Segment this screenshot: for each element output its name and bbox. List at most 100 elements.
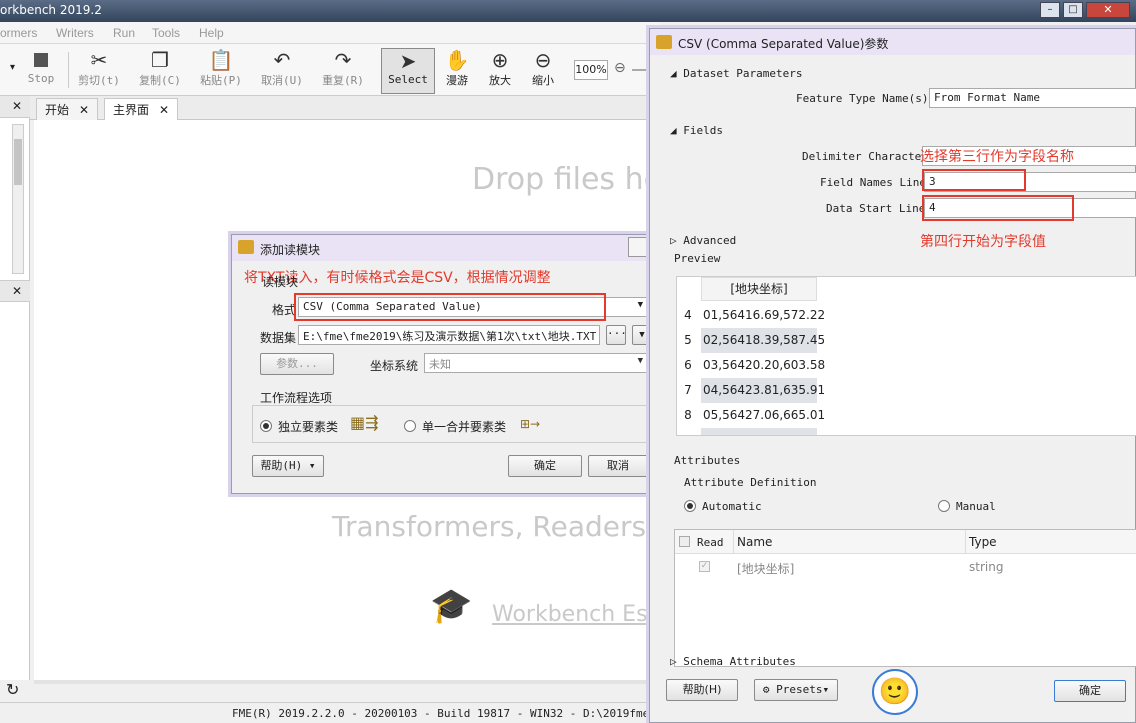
preview-row: 906,56429.01,682.41 (677, 428, 825, 435)
preview-row: 5 02,56418.39,587.45 (677, 328, 825, 353)
multi-table-icon: ▦⇶ (350, 413, 379, 432)
dialog-title: CSV (Comma Separated Value)参数 (678, 37, 889, 51)
tab-bar: 开始 ✕ 主界面 ✕ (0, 96, 660, 120)
preview-table[interactable]: [地块坐标] 4 01,56416.69,572.22 5 02,56418.39,… (676, 276, 1136, 436)
parameters-button[interactable]: 参数... (260, 353, 334, 375)
left-panel: ✕ ✕ ↻ (0, 96, 30, 699)
preview-row: 6 03,56420.20,603.58 (684, 358, 826, 372)
expanded-triangle-icon: ◢ (670, 124, 677, 137)
stop-icon (16, 48, 66, 72)
coordinate-system-select[interactable]: 未知 ▼ (424, 353, 648, 373)
close-icon[interactable]: ✕ (159, 103, 169, 117)
section-advanced[interactable]: ▷ Advanced (670, 234, 736, 247)
select-all-checkbox[interactable] (679, 536, 690, 547)
preview-row: 7 04,56423.81,635.91 (677, 378, 825, 403)
format-label: 格式 (272, 303, 297, 317)
attributes-table[interactable]: Read Name Type ✓ [地块坐标] string (674, 529, 1136, 667)
cursor-arrow-icon: ➤ (399, 49, 417, 73)
maximize-button[interactable]: □ (1063, 2, 1083, 18)
drop-files-text: Drop files he (472, 162, 663, 197)
help-button[interactable]: 帮助(H) (666, 679, 738, 701)
scrollbar[interactable] (34, 680, 660, 684)
automatic-radio[interactable] (684, 500, 696, 512)
clipboard-icon: 📋 (208, 48, 234, 72)
close-button[interactable] (628, 237, 650, 257)
zoom-out-icon: ⊖ (534, 48, 552, 72)
browse-button[interactable]: ··· (606, 325, 627, 345)
single-merged-label: 单一合并要素类 (422, 420, 507, 434)
gear-icon: ⚙ (762, 683, 770, 696)
menu-help[interactable]: Help (199, 26, 224, 40)
paste-button[interactable]: 📋 粘贴(P) (196, 48, 246, 94)
workflow-section-title: 工作流程选项 (260, 391, 333, 405)
ok-button[interactable]: 确定 (1054, 680, 1126, 702)
undo-button[interactable]: ↶ 取消(U) (257, 48, 307, 94)
select-tool-button[interactable]: ➤ Select (381, 48, 435, 94)
section-dataset[interactable]: ◢ Dataset Parameters (670, 67, 802, 80)
status-bar: FME(R) 2019.2.2.0 - 20200103 - Build 198… (0, 702, 660, 723)
menu-tools[interactable]: Tools (152, 26, 180, 40)
individual-feature-radio[interactable] (260, 420, 272, 432)
transformers-hint-text: Transformers, Readers (332, 510, 647, 543)
dialog-title: 添加读模块 (260, 243, 321, 257)
zoom-level-field[interactable]: 100% (574, 60, 608, 80)
dataset-field[interactable]: E:\fme\fme2019\练习及演示数据\第1次\txt\地块.TXT (298, 325, 600, 345)
copy-icon: ❐ (151, 48, 169, 72)
table-header: Read Name Type (675, 530, 1136, 554)
attribute-name: [地块坐标] (737, 562, 795, 576)
menu-bar: ormers Writers Run Tools Help (0, 22, 660, 44)
menu-run[interactable]: Run (113, 26, 135, 40)
menu-writers[interactable]: Writers (56, 26, 94, 40)
tab-start[interactable]: 开始 ✕ (36, 98, 99, 120)
cancel-button[interactable]: 取消 (588, 455, 648, 477)
dataset-label: 数据集 (260, 331, 297, 345)
minimize-button[interactable]: – (1040, 2, 1060, 18)
manual-radio[interactable] (938, 500, 950, 512)
workbench-essentials-link[interactable]: Workbench Ess (492, 602, 659, 627)
presets-button[interactable]: ⚙ Presets▾ (754, 679, 838, 701)
attribute-definition-label: Attribute Definition (684, 476, 817, 489)
expanded-triangle-icon: ◢ (670, 67, 677, 80)
toolbar: ▾ Stop ✂ 剪切(t) ❐ 复制(C) 📋 粘贴(P) ↶ 取消(U) ↷… (0, 44, 660, 96)
close-icon[interactable]: ✕ (79, 103, 89, 117)
scrollbar[interactable] (12, 124, 24, 274)
scissors-icon: ✂ (90, 48, 108, 72)
section-schema-attributes[interactable]: ▷ Schema Attributes (670, 655, 796, 668)
graduation-cap-icon: 🎓 (430, 586, 473, 626)
manual-label: Manual (956, 500, 996, 513)
column-name: Name (737, 535, 773, 549)
ok-button[interactable]: 确定 (508, 455, 582, 477)
refresh-icon[interactable]: ↻ (6, 680, 19, 699)
attribute-type: string (969, 560, 1004, 574)
panel-header: ✕ (0, 96, 30, 118)
zoom-slider-minus-icon[interactable]: ⊖ (614, 60, 626, 76)
status-text: FME(R) 2019.2.2.0 - 20200103 - Build 198… (232, 707, 656, 720)
close-window-button[interactable]: ✕ (1086, 2, 1130, 18)
app-icon (238, 240, 254, 254)
tab-main[interactable]: 主界面 ✕ (104, 98, 179, 120)
toolbar-divider (68, 52, 69, 88)
chevron-down-icon: ▼ (637, 356, 643, 366)
cut-button[interactable]: ✂ 剪切(t) (74, 48, 124, 94)
zoom-out-button[interactable]: ⊖ 缩小 (518, 48, 568, 94)
dropdown-arrow-icon[interactable]: ▾ (10, 62, 15, 73)
help-button[interactable]: 帮助(H) ▾ (252, 455, 324, 477)
preview-row: 8 05,56427.06,665.01 (684, 408, 826, 422)
single-merged-radio[interactable] (404, 420, 416, 432)
redo-button[interactable]: ↷ 重复(R) (318, 48, 368, 94)
annotation-text: 选择第三行作为字段名称 (920, 149, 1074, 165)
zoom-slider[interactable] (632, 69, 650, 71)
close-icon[interactable]: ✕ (12, 99, 22, 113)
feature-type-label: Feature Type Name(s): (796, 92, 936, 105)
window-title: orkbench 2019.2 (0, 3, 102, 17)
stop-button[interactable]: Stop (16, 48, 66, 94)
section-fields[interactable]: ◢ Fields (670, 124, 723, 137)
read-checkbox[interactable]: ✓ (699, 561, 710, 572)
close-icon[interactable]: ✕ (12, 284, 22, 298)
data-start-line-label: Data Start Line: (826, 202, 932, 215)
field-names-line-label: Field Names Line: (820, 176, 933, 189)
menu-transformers[interactable]: ormers (0, 26, 37, 40)
copy-button[interactable]: ❐ 复制(C) (135, 48, 185, 94)
feature-type-field[interactable]: From Format Name (929, 88, 1136, 108)
collapsed-triangle-icon: ▷ (670, 655, 677, 668)
